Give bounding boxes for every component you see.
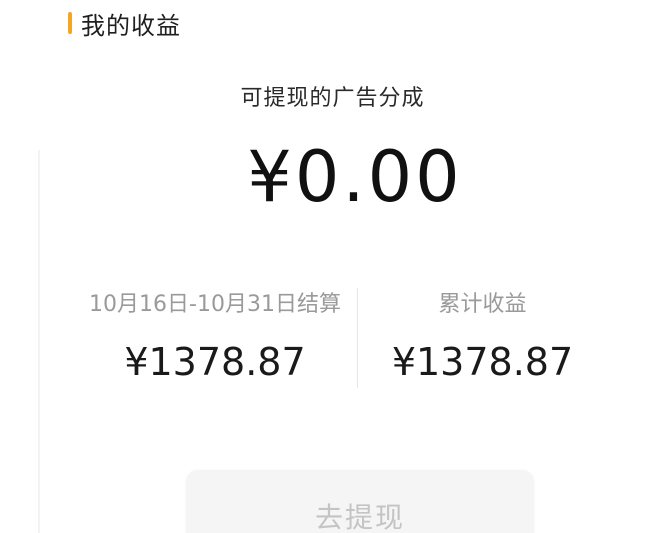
withdraw-button-label: 去提现	[314, 501, 405, 533]
available-label: 可提现的广告分成	[240, 86, 425, 111]
earnings-page: 我的收益 可提现的广告分成 ¥0.00 10月16日-10月31日结算 ¥137…	[0, 0, 665, 533]
total-earnings-stat: 累计收益 ¥1378.87	[370, 280, 595, 384]
total-earnings-value: ¥1378.87	[391, 340, 574, 384]
total-earnings-label: 累计收益	[438, 292, 527, 317]
available-amount: ¥0.00	[247, 136, 463, 218]
period-settlement-stat: 10月16日-10月31日结算 ¥1378.87	[70, 280, 360, 384]
accent-bar	[68, 12, 72, 34]
withdraw-button[interactable]: 去提现	[186, 470, 534, 533]
stats-divider	[357, 288, 358, 388]
period-settlement-label: 10月16日-10月31日结算	[89, 292, 341, 317]
period-settlement-value: ¥1378.87	[124, 340, 306, 384]
section-title: 我的收益	[81, 11, 181, 40]
section-header: 我的收益	[68, 6, 181, 40]
stats-row: 10月16日-10月31日结算 ¥1378.87 累计收益 ¥1378.87	[70, 280, 610, 390]
